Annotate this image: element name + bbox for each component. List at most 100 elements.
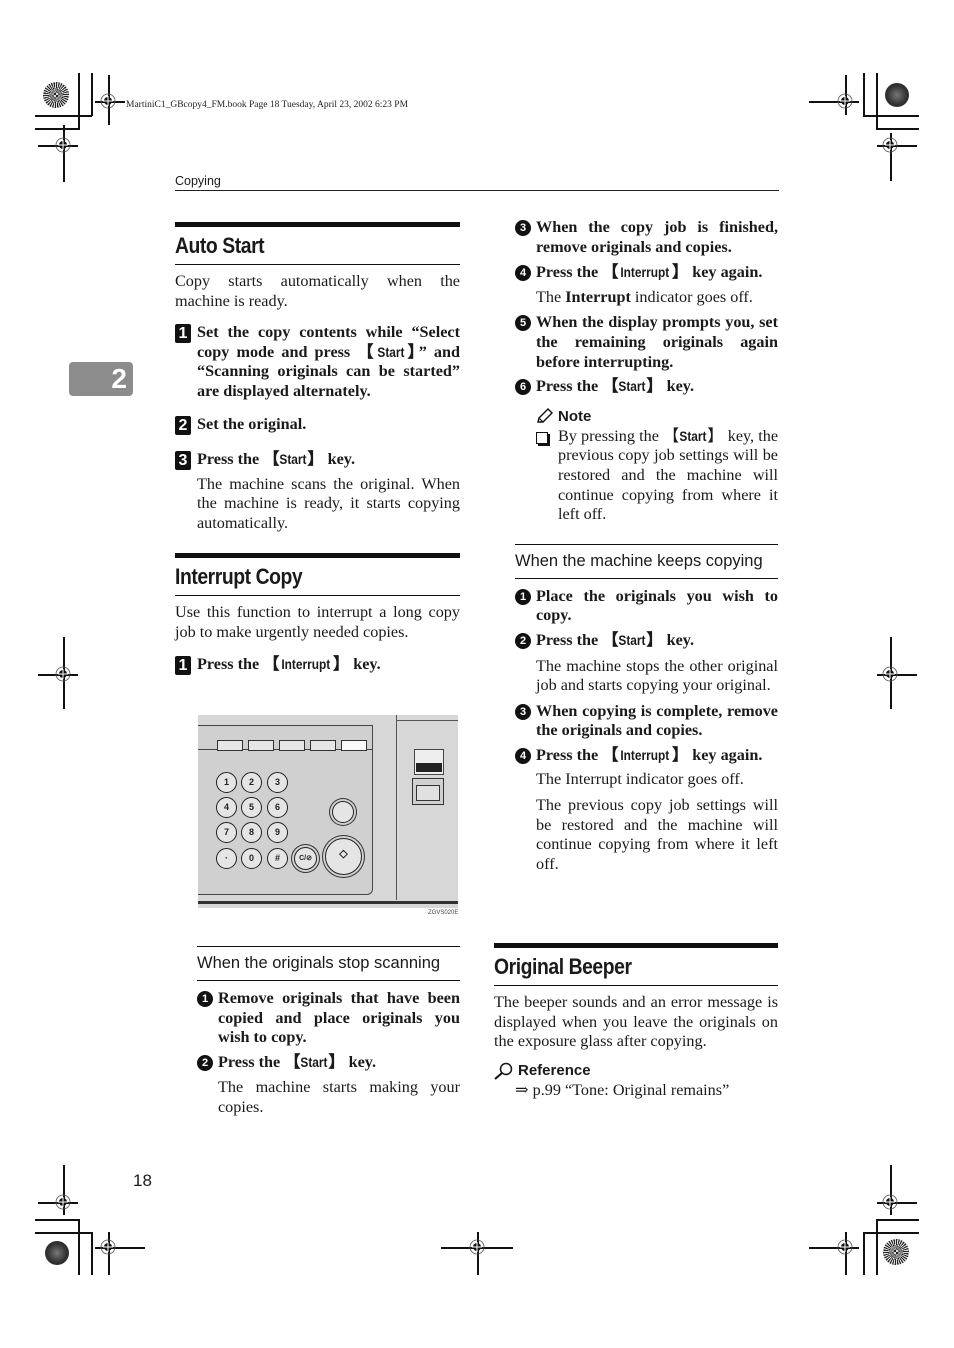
stop-scanning-heading: When the originals stop scanning <box>197 946 460 981</box>
start-key-label: Start <box>279 450 307 467</box>
step-number: 1 <box>175 655 191 675</box>
step-number: 1 <box>197 991 213 1007</box>
keypad-key-4[interactable]: 4 <box>216 797 237 818</box>
reference-label: Reference <box>518 1062 591 1080</box>
crop-line <box>863 115 919 117</box>
interrupt-step-1: 1 Press the 【Interrupt】 key. <box>175 655 460 675</box>
keypad-key-6[interactable]: 6 <box>267 797 288 818</box>
keypad-key-3[interactable]: 3 <box>267 772 288 793</box>
stop-scanning-step-2-desc: The machine starts making your copies. <box>218 1078 460 1116</box>
keeps-copying-step-3: 3 When copying is complete, remove the o… <box>515 702 778 741</box>
step-text: Press the 【Start】 key. <box>197 449 356 468</box>
registration-mark-icon <box>837 93 853 109</box>
auto-start-step-3-desc: The machine scans the original. When the… <box>197 474 460 532</box>
left-column: Auto Start Copy starts automatically whe… <box>175 222 460 675</box>
desc-post: indicator goes off. <box>630 287 753 306</box>
step-number: 6 <box>515 379 531 396</box>
step-text-pre: Press the <box>197 449 264 468</box>
keypad-key-0[interactable]: 0 <box>241 848 262 869</box>
section-heading-original-beeper: Original Beeper <box>494 943 778 986</box>
step-text: Set the original. <box>197 414 307 433</box>
keypad-key-7[interactable]: 7 <box>216 822 237 843</box>
registration-mark-icon <box>882 666 898 682</box>
program-key[interactable] <box>332 801 354 823</box>
step-text: Place the originals you wish to copy. <box>536 586 778 625</box>
keeps-copying-step-2: 2 Press the 【Start】 key. <box>515 631 778 651</box>
start-key-label: Start <box>618 378 646 395</box>
panel-bottom-rule <box>198 901 458 904</box>
step-text-post: key. <box>662 377 695 396</box>
registration-mark-icon <box>469 1239 485 1255</box>
step-text: When the copy job is finished, remove or… <box>536 218 778 256</box>
keypad-key-2[interactable]: 2 <box>241 772 262 793</box>
step-number: 5 <box>515 315 531 332</box>
step-number: 3 <box>515 703 531 720</box>
step-text: Remove originals that have been copied a… <box>218 989 460 1047</box>
keypad-key-8[interactable]: 8 <box>241 822 262 843</box>
registration-dot-top-right <box>885 83 909 107</box>
keypad-key-5[interactable]: 5 <box>241 797 262 818</box>
crop-line <box>78 1219 80 1275</box>
interrupt-step-6: 6 Press the 【Start】 key. <box>515 377 778 397</box>
desc-pre: The <box>536 287 566 306</box>
original-beeper-section: Original Beeper The beeper sounds and an… <box>494 943 778 1100</box>
auto-start-step-2: 2 Set the original. <box>175 415 460 435</box>
interrupt-key[interactable] <box>341 740 367 751</box>
desc-bold: Interrupt <box>565 287 631 306</box>
step-text: Press the 【Interrupt】 key again. <box>536 263 763 282</box>
clear-stop-key[interactable]: C/⊘ <box>294 847 317 870</box>
heading-text: Original Beeper <box>494 954 632 979</box>
step-number: 3 <box>175 450 191 470</box>
step-text-post: key again. <box>688 745 763 764</box>
crop-line <box>876 73 878 129</box>
keypad-key-1[interactable]: 1 <box>216 772 237 793</box>
step-text: When copying is complete, remove the ori… <box>536 701 778 740</box>
reference-link[interactable]: ⇒ p.99 “Tone: Original remains” <box>515 1081 778 1101</box>
step-number: 3 <box>515 220 531 236</box>
stop-scanning-section: When the originals stop scanning 1 Remov… <box>197 946 460 1118</box>
mode-key-2[interactable] <box>248 740 274 751</box>
registration-mark-icon <box>55 666 71 682</box>
keypad-key-9[interactable]: 9 <box>267 822 288 843</box>
mode-key-3[interactable] <box>279 740 305 751</box>
crop-line <box>78 73 80 130</box>
auto-start-step-3: 3 Press the 【Start】 key. <box>175 450 460 470</box>
registration-mark-icon <box>100 93 116 109</box>
registration-mark-icon <box>882 1194 898 1210</box>
auto-start-intro: Copy starts automatically when the machi… <box>175 272 460 310</box>
main-power-switch[interactable] <box>412 778 444 805</box>
interrupt-step-4: 4 Press the 【Interrupt】 key again. <box>515 263 778 283</box>
step-text-pre: Press the <box>218 1052 285 1071</box>
registration-dot-bottom-left <box>45 1241 69 1265</box>
keeps-copying-step-4-desc-2: The previous copy job settings will be r… <box>536 796 778 873</box>
step-text: Set the copy contents while “Select copy… <box>197 323 460 400</box>
keypad-key-hash[interactable]: # <box>267 848 288 869</box>
note-heading: Note <box>536 408 778 425</box>
step-text: Press the 【Interrupt】 key again. <box>536 745 763 764</box>
stop-scanning-step-1: 1 Remove originals that have been copied… <box>197 989 460 1048</box>
reference-heading: Reference <box>494 1062 778 1080</box>
note-label: Note <box>558 407 592 425</box>
keeps-copying-step-1: 1 Place the originals you wish to copy. <box>515 587 778 626</box>
right-column: 3 When the copy job is finished, remove … <box>515 218 778 874</box>
mode-key-1[interactable] <box>217 740 243 751</box>
interrupt-key-label: Interrupt <box>620 746 670 763</box>
registration-mark-icon <box>55 1194 71 1210</box>
registration-mark-icon <box>882 137 898 153</box>
interrupt-step-4-desc: The Interrupt indicator goes off. <box>536 288 778 308</box>
section-heading-auto-start: Auto Start <box>175 222 460 265</box>
panel-top-rule <box>396 720 458 721</box>
interrupt-key-label: Interrupt <box>281 655 331 672</box>
crop-line <box>876 1219 878 1275</box>
step-number: 1 <box>515 588 531 605</box>
heading-text: Interrupt Copy <box>175 564 303 590</box>
step-number: 2 <box>175 415 191 435</box>
mode-key-4[interactable] <box>310 740 336 751</box>
original-beeper-intro: The beeper sounds and an error message i… <box>494 993 778 1051</box>
keypad-key-dot[interactable]: · <box>216 848 237 869</box>
keeps-copying-heading: When the machine keeps copying <box>515 543 778 579</box>
start-key-label: Start <box>679 427 707 444</box>
start-key[interactable]: ◇ <box>325 838 362 875</box>
registration-mark-icon <box>837 1239 853 1255</box>
crop-line <box>876 1219 919 1221</box>
